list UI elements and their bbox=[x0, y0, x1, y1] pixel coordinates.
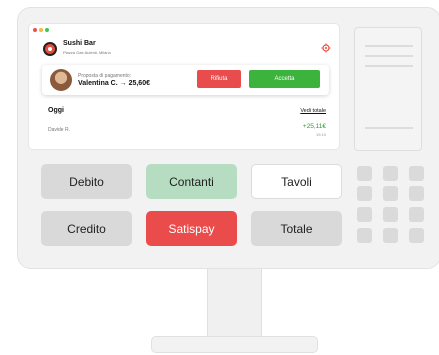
avatar bbox=[50, 69, 72, 91]
keypad-key[interactable] bbox=[409, 207, 424, 222]
transaction-time: 19:10 bbox=[315, 132, 326, 137]
keypad-key[interactable] bbox=[383, 166, 398, 181]
payment-request-card: Proposta di pagamento: Valentina C. → 25… bbox=[42, 65, 329, 95]
pos-screen: Sushi Bar Piazza Gae Aulenti, Milano Pro… bbox=[28, 23, 340, 150]
credit-button[interactable]: Credito bbox=[41, 211, 132, 246]
side-display bbox=[354, 27, 422, 151]
total-button[interactable]: Totale bbox=[251, 211, 342, 246]
keypad-key[interactable] bbox=[409, 228, 424, 243]
payment-request-label: Proposta di pagamento: bbox=[78, 73, 132, 79]
window-controls bbox=[33, 28, 49, 32]
minimize-dot[interactable] bbox=[39, 28, 43, 32]
keypad-key[interactable] bbox=[357, 207, 372, 222]
keypad-key[interactable] bbox=[409, 166, 424, 181]
see-total-link[interactable]: Vedi totale bbox=[300, 108, 326, 114]
keypad-key[interactable] bbox=[409, 186, 424, 201]
transaction-name: Davide R. bbox=[48, 127, 70, 133]
shop-name: Sushi Bar bbox=[63, 40, 96, 47]
debit-button[interactable]: Debito bbox=[41, 164, 132, 199]
cash-button[interactable]: Contanti bbox=[146, 164, 237, 199]
transaction-amount: +25,11€ bbox=[302, 123, 326, 130]
keypad-key[interactable] bbox=[383, 207, 398, 222]
today-heading: Oggi bbox=[48, 107, 64, 114]
keypad-key[interactable] bbox=[383, 186, 398, 201]
accept-button[interactable]: Accetta bbox=[249, 70, 320, 88]
sushi-logo-icon bbox=[43, 42, 57, 56]
side-line bbox=[365, 45, 413, 47]
shop-address: Piazza Gae Aulenti, Milano bbox=[63, 50, 111, 55]
reject-button[interactable]: Rifiuta bbox=[197, 70, 241, 88]
keypad-key[interactable] bbox=[357, 166, 372, 181]
side-line bbox=[365, 65, 413, 67]
side-line bbox=[365, 127, 413, 129]
tables-button[interactable]: Tavoli bbox=[251, 164, 342, 199]
gear-icon[interactable] bbox=[321, 43, 331, 53]
payment-request-value: Valentina C. → 25,60€ bbox=[78, 80, 150, 87]
monitor-stand-neck bbox=[207, 269, 262, 341]
maximize-dot[interactable] bbox=[45, 28, 49, 32]
satispay-button[interactable]: Satispay bbox=[146, 211, 237, 246]
side-line bbox=[365, 55, 413, 57]
close-dot[interactable] bbox=[33, 28, 37, 32]
monitor-stand-base bbox=[151, 336, 318, 353]
keypad-key[interactable] bbox=[357, 186, 372, 201]
keypad-key[interactable] bbox=[383, 228, 398, 243]
keypad-key[interactable] bbox=[357, 228, 372, 243]
